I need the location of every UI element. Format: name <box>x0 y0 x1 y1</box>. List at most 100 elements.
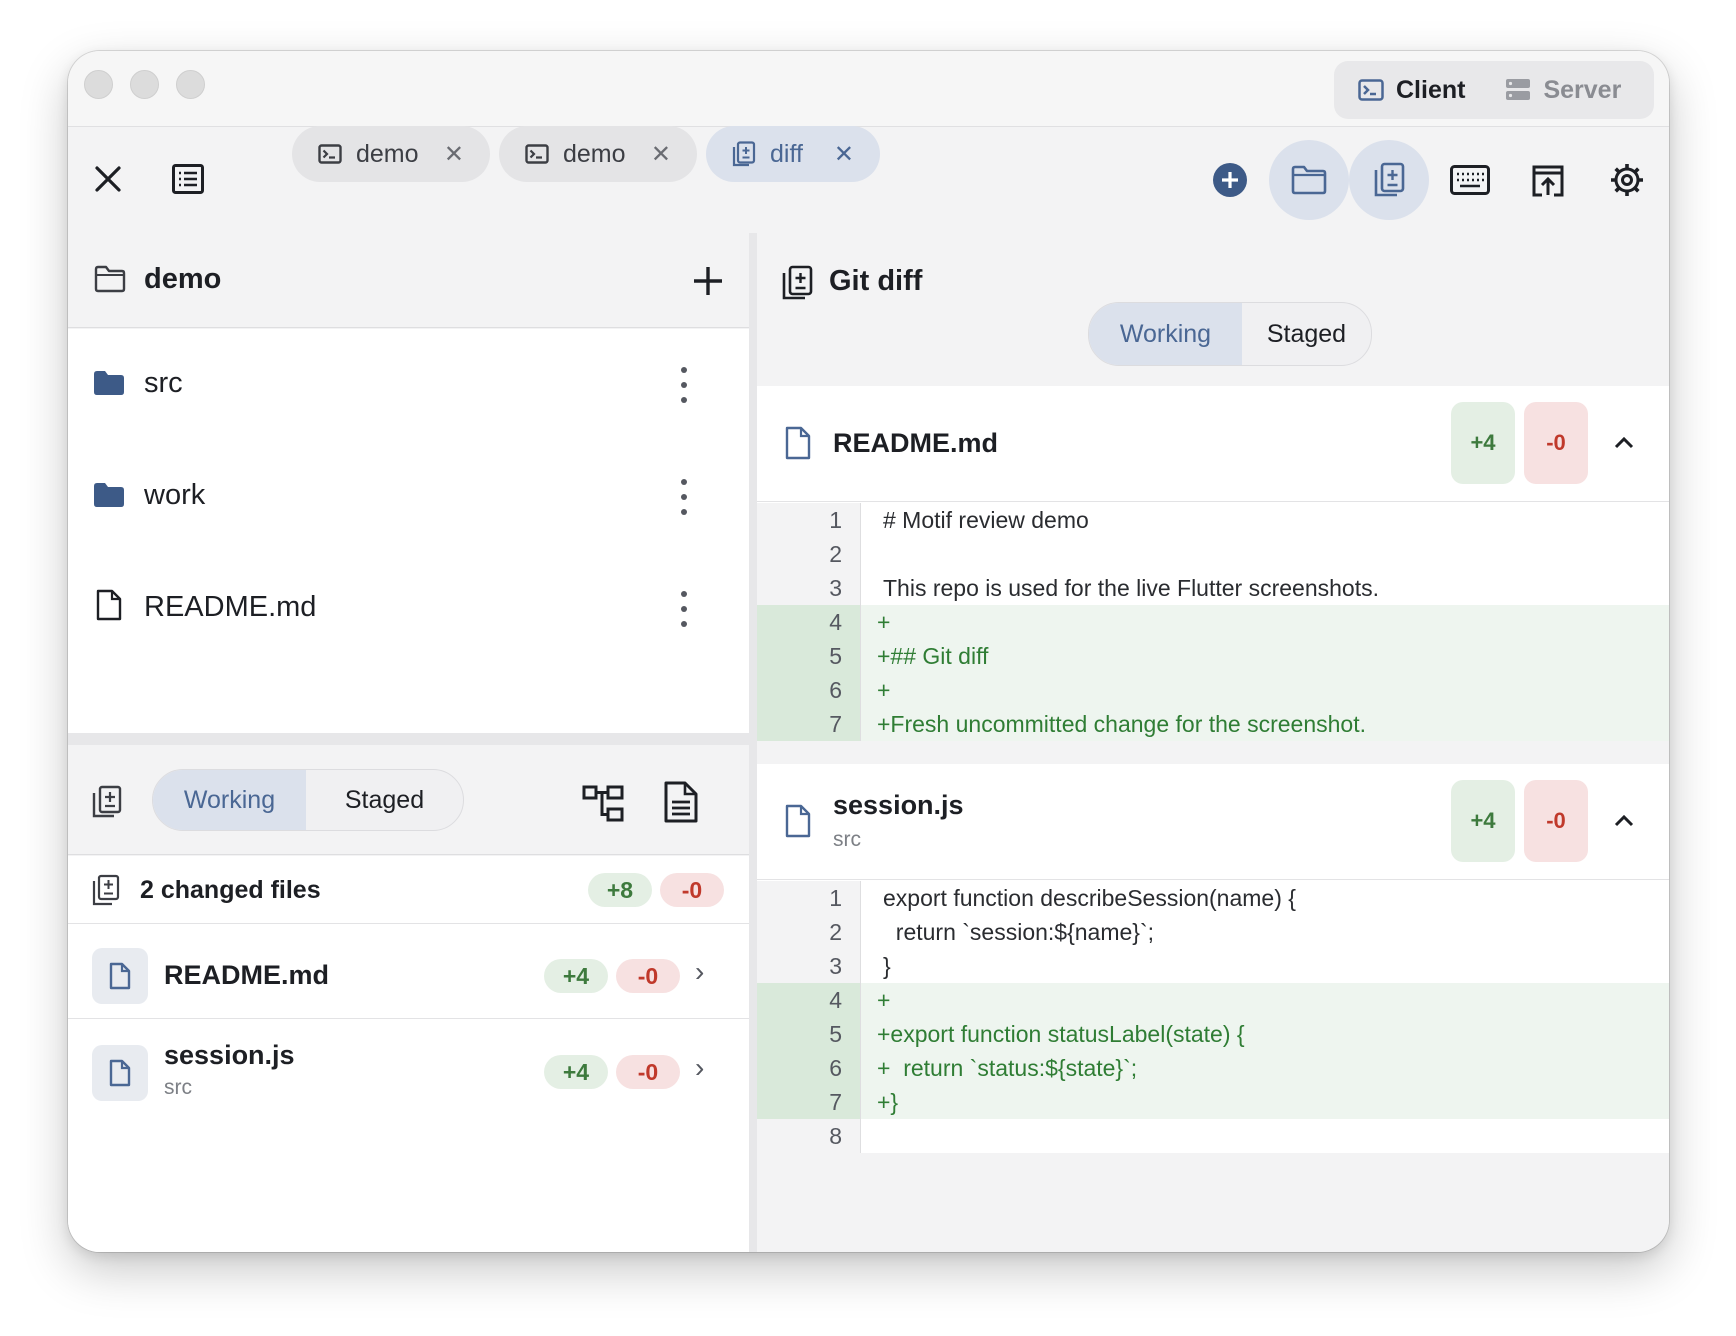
window-close-button[interactable] <box>84 70 113 99</box>
line-text: + <box>877 676 891 703</box>
vertical-splitter[interactable] <box>749 233 757 1252</box>
changed-files-header: 2 changed files +8 -0 <box>68 856 749 924</box>
diff-file-name: README.md <box>833 428 999 458</box>
removed-badge: -0 <box>1524 402 1588 484</box>
diff-line: 1 # Motif review demo <box>757 503 1669 537</box>
diff-line: 3 This repo is used for the live Flutter … <box>757 571 1669 605</box>
file-row-readme[interactable]: README.md <box>68 553 749 665</box>
gear-icon[interactable] <box>1607 160 1647 200</box>
line-text: This repo is used for the live Flutter s… <box>883 574 1379 601</box>
diff-line: 2 return `session:${name}`; <box>757 915 1669 949</box>
changed-file-name: README.md <box>164 960 330 990</box>
added-badge: +4 <box>1451 402 1515 484</box>
removed-badge: -0 <box>1524 780 1588 862</box>
mode-client-option[interactable]: Client <box>1358 61 1465 119</box>
changed-file-name: session.js <box>164 1040 295 1070</box>
line-text: # Motif review demo <box>883 506 1089 533</box>
file-icon <box>92 1045 148 1101</box>
diff-line: 8 <box>757 1119 1669 1153</box>
line-text: +Fresh uncommitted change for the screen… <box>877 710 1367 737</box>
diff-line-added: 5 +export function statusLabel(state) { <box>757 1017 1669 1051</box>
upload-icon[interactable] <box>1529 163 1567 199</box>
window-minimize-button[interactable] <box>130 70 159 99</box>
mode-server-option[interactable]: Server <box>1505 61 1621 119</box>
add-file-icon[interactable] <box>692 265 724 297</box>
changed-file-row[interactable]: README.md +4 -0 › <box>68 924 749 1019</box>
list-icon[interactable] <box>168 159 208 199</box>
staged-toggle[interactable]: Staged <box>1242 303 1371 365</box>
added-badge: +4 <box>544 1055 608 1089</box>
diff-line-added: 4 + <box>757 605 1669 639</box>
line-number: 2 <box>757 537 861 571</box>
diff-line-added: 6 + <box>757 673 1669 707</box>
file-name: README.md <box>144 591 317 623</box>
line-text: +} <box>877 1088 899 1115</box>
file-icon <box>785 804 811 838</box>
diff-line: 3} <box>757 949 1669 983</box>
staged-toggle[interactable]: Staged <box>306 770 463 830</box>
terminal-icon <box>318 144 342 164</box>
folder-icon <box>1291 165 1327 195</box>
diff-file-header[interactable]: README.md +4 -0 <box>757 386 1669 502</box>
app-window: Client Server demo ✕ demo ✕ diff ✕ demo … <box>68 51 1669 1252</box>
window-zoom-button[interactable] <box>176 70 205 99</box>
document-icon[interactable] <box>664 781 698 823</box>
keyboard-icon[interactable] <box>1448 163 1492 197</box>
changed-file-dir: src <box>164 1076 192 1099</box>
diff-file-header[interactable]: session.js src +4 -0 <box>757 764 1669 880</box>
diff-icon <box>92 785 122 818</box>
more-options-icon[interactable] <box>674 367 694 403</box>
diff-file-name: session.js <box>833 790 964 820</box>
tab-diff[interactable]: diff ✕ <box>706 126 880 182</box>
folder-outline-icon <box>94 265 126 293</box>
tab-close-icon[interactable]: ✕ <box>651 140 671 169</box>
project-header: demo <box>68 233 749 328</box>
tab-label: diff <box>770 139 803 168</box>
diff-file-dir: src <box>833 828 861 851</box>
tab-label: demo <box>356 139 419 168</box>
close-icon[interactable] <box>88 159 128 199</box>
diff-line: 1 export function describeSession(name) { <box>757 881 1669 915</box>
more-options-icon[interactable] <box>674 591 694 627</box>
line-number: 3 <box>757 571 861 605</box>
tree-view-icon[interactable] <box>582 785 624 823</box>
diff-file-card: README.md +4 -0 1 # Motif review demo 2 3… <box>757 386 1669 741</box>
panel-divider[interactable] <box>68 733 749 745</box>
file-icon <box>96 589 122 621</box>
more-options-icon[interactable] <box>674 479 694 515</box>
chevron-right-icon: › <box>695 956 705 987</box>
tab-demo-2[interactable]: demo ✕ <box>499 126 697 182</box>
tab-demo-1[interactable]: demo ✕ <box>292 126 490 182</box>
chevron-up-icon[interactable] <box>1609 806 1639 836</box>
diff-file-card: session.js src +4 -0 1 export function de… <box>757 764 1669 1153</box>
line-number: 1 <box>757 881 861 915</box>
file-icon <box>785 426 811 460</box>
diff-icon <box>732 141 756 167</box>
file-row-work[interactable]: work <box>68 441 749 553</box>
tab-close-icon[interactable]: ✕ <box>834 140 854 169</box>
folder-button[interactable] <box>1269 140 1349 220</box>
project-panel: demo src work README.md Working Staged 2… <box>68 233 749 1252</box>
tab-close-icon[interactable]: ✕ <box>444 140 464 169</box>
diff-panel: Git diff Working Staged README.md +4 -0 … <box>757 233 1669 1252</box>
line-text: } <box>883 952 891 979</box>
line-text: + <box>877 986 891 1013</box>
line-number: 4 <box>757 983 861 1017</box>
line-number: 6 <box>757 673 861 707</box>
file-row-src[interactable]: src <box>68 329 749 441</box>
changed-file-row[interactable]: session.js src +4 -0 › <box>68 1020 749 1115</box>
working-toggle[interactable]: Working <box>1089 303 1242 365</box>
added-badge: +4 <box>544 959 608 993</box>
diff-icon <box>1374 162 1405 197</box>
chevron-up-icon[interactable] <box>1609 428 1639 458</box>
diff-line: 2 <box>757 537 1669 571</box>
line-text: +## Git diff <box>877 642 989 669</box>
working-toggle[interactable]: Working <box>153 770 307 830</box>
line-text: +export function statusLabel(state) { <box>877 1020 1245 1047</box>
line-number: 5 <box>757 639 861 673</box>
line-number: 6 <box>757 1051 861 1085</box>
diff-button[interactable] <box>1349 140 1429 220</box>
server-icon <box>1506 79 1531 100</box>
folder-icon <box>94 371 124 395</box>
add-icon[interactable] <box>1212 162 1248 198</box>
